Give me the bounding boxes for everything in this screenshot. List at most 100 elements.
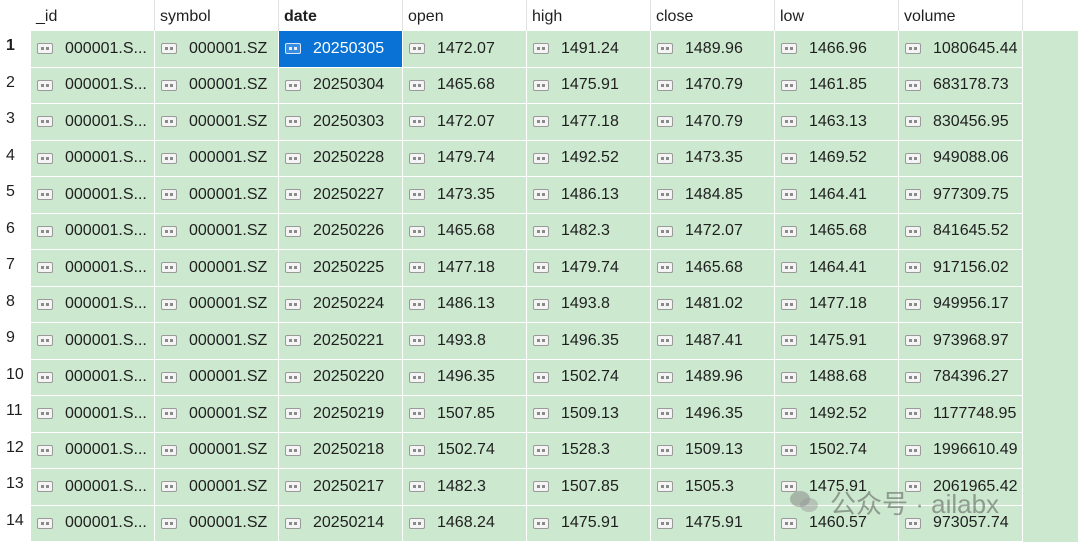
cell-close[interactable]: 1489.96 [651,359,775,396]
cell-close[interactable]: 1496.35 [651,396,775,433]
column-header-close[interactable]: close [651,0,775,31]
table-row[interactable]: 9 000001.S... 000001.SZ 20250221 1493.8 1496.… [0,323,1080,360]
table-row[interactable]: 12 000001.S... 000001.SZ 20250218 1502.74 152… [0,432,1080,469]
cell-close[interactable]: 1487.41 [651,323,775,360]
cell-close[interactable]: 1505.3 [651,469,775,506]
cell-id[interactable]: 000001.S... [31,469,155,506]
cell-id[interactable]: 000001.S... [31,213,155,250]
cell-low[interactable]: 1475.91 [775,323,899,360]
cell-symbol[interactable]: 000001.SZ [155,104,279,141]
table-row[interactable]: 1 000001.S... 000001.SZ 20250305 1472.07 1491… [0,31,1080,68]
cell-open[interactable]: 1477.18 [403,250,527,287]
cell-high[interactable]: 1486.13 [527,177,651,214]
row-number[interactable]: 14 [0,505,31,542]
cell-symbol[interactable]: 000001.SZ [155,140,279,177]
cell-id[interactable]: 000001.S... [31,250,155,287]
cell-id[interactable]: 000001.S... [31,177,155,214]
cell-id[interactable]: 000001.S... [31,432,155,469]
cell-symbol[interactable]: 000001.SZ [155,213,279,250]
cell-low[interactable]: 1477.18 [775,286,899,323]
cell-id[interactable]: 000001.S... [31,31,155,68]
cell-open[interactable]: 1472.07 [403,31,527,68]
cell-low[interactable]: 1465.68 [775,213,899,250]
cell-symbol[interactable]: 000001.SZ [155,31,279,68]
cell-volume[interactable]: 830456.95 [899,104,1023,141]
cell-high[interactable]: 1475.91 [527,67,651,104]
cell-volume[interactable]: 949088.06 [899,140,1023,177]
cell-high[interactable]: 1479.74 [527,250,651,287]
cell-high[interactable]: 1491.24 [527,31,651,68]
row-number[interactable]: 1 [0,31,31,68]
cell-close[interactable]: 1475.91 [651,505,775,542]
cell-volume[interactable]: 1996610.49 [899,432,1023,469]
cell-volume[interactable]: 949956.17 [899,286,1023,323]
cell-date[interactable]: 20250228 [279,140,403,177]
cell-symbol[interactable]: 000001.SZ [155,359,279,396]
cell-open[interactable]: 1465.68 [403,67,527,104]
cell-id[interactable]: 000001.S... [31,67,155,104]
cell-open[interactable]: 1502.74 [403,432,527,469]
cell-open[interactable]: 1486.13 [403,286,527,323]
cell-low[interactable]: 1463.13 [775,104,899,141]
cell-low[interactable]: 1466.96 [775,31,899,68]
cell-high[interactable]: 1496.35 [527,323,651,360]
column-header-volume[interactable]: volume [899,0,1023,31]
cell-low[interactable]: 1502.74 [775,432,899,469]
row-number[interactable]: 3 [0,104,31,141]
cell-high[interactable]: 1502.74 [527,359,651,396]
cell-symbol[interactable]: 000001.SZ [155,67,279,104]
cell-date[interactable]: 20250218 [279,432,403,469]
row-number[interactable]: 2 [0,67,31,104]
cell-close[interactable]: 1472.07 [651,213,775,250]
cell-volume[interactable]: 784396.27 [899,359,1023,396]
cell-date[interactable]: 20250219 [279,396,403,433]
cell-low[interactable]: 1492.52 [775,396,899,433]
cell-high[interactable]: 1493.8 [527,286,651,323]
row-number[interactable]: 10 [0,359,31,396]
cell-high[interactable]: 1492.52 [527,140,651,177]
cell-date[interactable]: 20250214 [279,505,403,542]
column-header-low[interactable]: low [775,0,899,31]
cell-volume[interactable]: 917156.02 [899,250,1023,287]
cell-symbol[interactable]: 000001.SZ [155,323,279,360]
cell-close[interactable]: 1489.96 [651,31,775,68]
cell-id[interactable]: 000001.S... [31,104,155,141]
cell-volume[interactable]: 683178.73 [899,67,1023,104]
cell-close[interactable]: 1481.02 [651,286,775,323]
cell-symbol[interactable]: 000001.SZ [155,177,279,214]
cell-open[interactable]: 1473.35 [403,177,527,214]
table-row[interactable]: 2 000001.S... 000001.SZ 20250304 1465.68 1475… [0,67,1080,104]
cell-id[interactable]: 000001.S... [31,359,155,396]
cell-date[interactable]: 20250305 [279,31,403,68]
cell-volume[interactable]: 973968.97 [899,323,1023,360]
cell-open[interactable]: 1496.35 [403,359,527,396]
row-number[interactable]: 4 [0,140,31,177]
cell-symbol[interactable]: 000001.SZ [155,396,279,433]
cell-open[interactable]: 1493.8 [403,323,527,360]
cell-low[interactable]: 1461.85 [775,67,899,104]
cell-symbol[interactable]: 000001.SZ [155,250,279,287]
cell-close[interactable]: 1473.35 [651,140,775,177]
cell-date[interactable]: 20250224 [279,286,403,323]
cell-high[interactable]: 1475.91 [527,505,651,542]
table-row[interactable]: 7 000001.S... 000001.SZ 20250225 1477.18 1479… [0,250,1080,287]
table-row[interactable]: 5 000001.S... 000001.SZ 20250227 1473.35 1486… [0,177,1080,214]
cell-id[interactable]: 000001.S... [31,286,155,323]
cell-volume[interactable]: 841645.52 [899,213,1023,250]
cell-high[interactable]: 1482.3 [527,213,651,250]
cell-open[interactable]: 1472.07 [403,104,527,141]
table-row[interactable]: 4 000001.S... 000001.SZ 20250228 1479.74 1492… [0,140,1080,177]
cell-high[interactable]: 1507.85 [527,469,651,506]
row-number[interactable]: 11 [0,396,31,433]
cell-id[interactable]: 000001.S... [31,505,155,542]
row-number[interactable]: 8 [0,286,31,323]
column-header-open[interactable]: open [403,0,527,31]
cell-close[interactable]: 1470.79 [651,104,775,141]
cell-volume[interactable]: 1177748.95 [899,396,1023,433]
column-header-symbol[interactable]: symbol [155,0,279,31]
cell-symbol[interactable]: 000001.SZ [155,432,279,469]
cell-id[interactable]: 000001.S... [31,323,155,360]
row-number[interactable]: 7 [0,250,31,287]
row-number[interactable]: 12 [0,432,31,469]
cell-date[interactable]: 20250225 [279,250,403,287]
